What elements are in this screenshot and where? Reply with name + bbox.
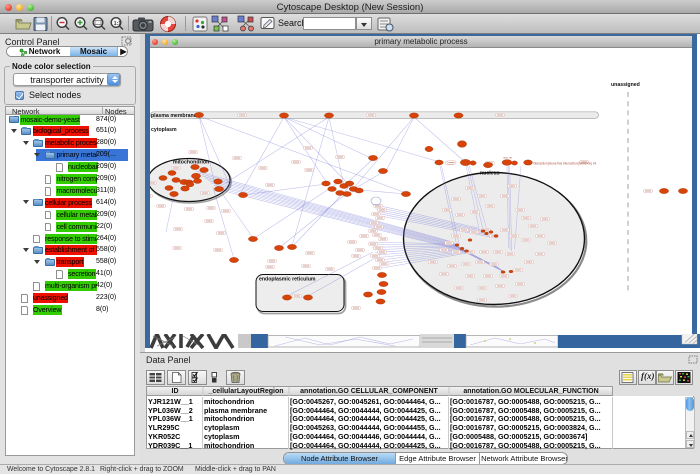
svg-text:mitochondrion: mitochondrion <box>173 160 209 166</box>
svg-text:cytoplasm: cytoplasm <box>151 127 177 133</box>
svg-text:interaction(GeneXw) interactio: interaction(GeneXw) interaction(GeneXw) … <box>533 162 596 166</box>
svg-text:plasma membrane: plasma membrane <box>151 113 197 119</box>
svg-text:endoplasmic reticulum: endoplasmic reticulum <box>259 277 316 283</box>
svg-text:1:1: 1:1 <box>114 21 121 27</box>
svg-text:unassigned: unassigned <box>611 82 640 88</box>
svg-text:nucleus: nucleus <box>480 171 500 177</box>
svg-text:nnn nn: nnn nn <box>503 156 513 160</box>
